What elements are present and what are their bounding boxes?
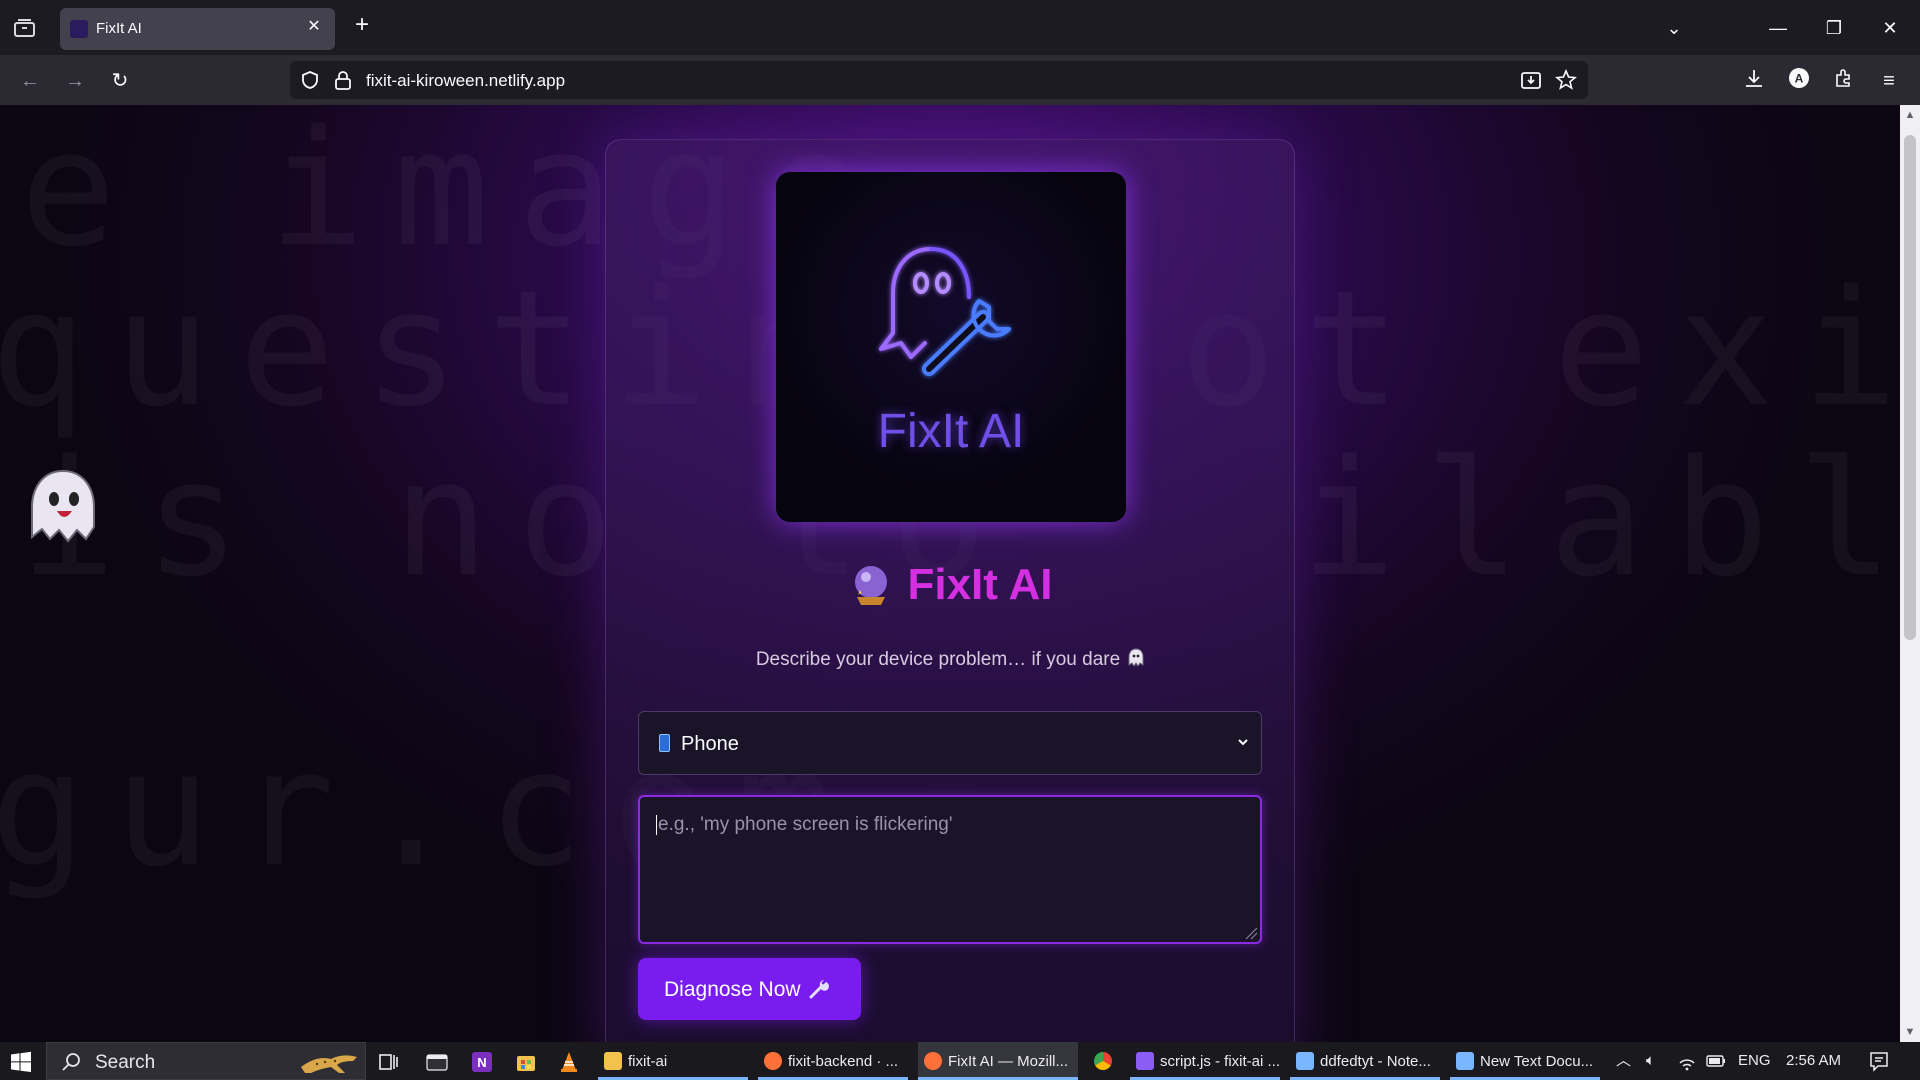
browser-nav-bar: ← → ↻ fixit-ai-kiroween.netlify.app A ≡ bbox=[0, 55, 1920, 105]
code-editor-icon bbox=[1136, 1052, 1154, 1070]
tagline: Describe your device problem… if you dar… bbox=[606, 648, 1296, 671]
problem-placeholder: e.g., 'my phone screen is flickering' bbox=[658, 814, 953, 835]
account-avatar-icon[interactable]: A bbox=[1785, 67, 1813, 95]
mobile-phone-icon bbox=[659, 734, 670, 752]
firefox-icon bbox=[924, 1052, 942, 1070]
search-icon bbox=[61, 1052, 81, 1072]
search-label: Search bbox=[95, 1052, 156, 1073]
taskbar-app-fixit-ai-folder[interactable]: fixit-ai bbox=[598, 1042, 748, 1080]
wifi-icon[interactable] bbox=[1678, 1042, 1696, 1080]
chevron-down-icon bbox=[1235, 734, 1251, 750]
taskbar-app-label: fixit-backend · ... bbox=[788, 1053, 899, 1070]
back-icon[interactable]: ← bbox=[16, 67, 44, 95]
taskbar-app-script-js[interactable]: script.js - fixit-ai ... bbox=[1130, 1042, 1280, 1080]
url-text[interactable]: fixit-ai-kiroween.netlify.app bbox=[366, 71, 565, 91]
windows-start-icon[interactable] bbox=[10, 1051, 32, 1073]
language-indicator[interactable]: ENG bbox=[1738, 1042, 1771, 1080]
task-view-icon[interactable] bbox=[378, 1051, 400, 1073]
taskbar-app-label: script.js - fixit-ai ... bbox=[1160, 1053, 1281, 1070]
diagnose-now-button[interactable]: Diagnose Now bbox=[638, 958, 861, 1020]
fixit-logo: FixIt AI bbox=[776, 172, 1126, 522]
device-type-select[interactable]: Phone bbox=[638, 711, 1262, 775]
chrome-icon bbox=[1094, 1052, 1112, 1070]
scroll-up-icon[interactable]: ▲ bbox=[1903, 108, 1917, 122]
device-type-value: Phone bbox=[681, 733, 739, 755]
logo-text: FixIt AI bbox=[877, 405, 1025, 458]
ghost-emoji-icon bbox=[1126, 648, 1146, 668]
close-tab-icon[interactable]: ✕ bbox=[303, 16, 325, 38]
tab-overflow-chevron-icon[interactable]: ⌄ bbox=[1656, 10, 1692, 46]
taskbar-app-label: FixIt AI — Mozill... bbox=[948, 1053, 1069, 1070]
page-viewport: e image questing ot exist is no lo ilabl… bbox=[0, 105, 1900, 1042]
taskbar-app-label: fixit-ai bbox=[628, 1053, 668, 1070]
windows-taskbar: Search N fixit-ai fixit-backend · ... Fi… bbox=[0, 1042, 1920, 1080]
onenote-app-icon[interactable]: N bbox=[471, 1051, 493, 1073]
background-broken-image-text: ilable. bbox=[1300, 425, 1900, 612]
notifications-icon[interactable] bbox=[1868, 1042, 1890, 1080]
taskbar-app-label: ddfedtyt - Note... bbox=[1320, 1053, 1431, 1070]
forward-icon[interactable]: → bbox=[61, 67, 89, 95]
search-highlight-cheetah-icon bbox=[297, 1047, 361, 1077]
diagnose-button-label: Diagnose Now bbox=[664, 978, 801, 1001]
browser-tab-bar: FixIt AI ✕ + ⌄ — ❐ ✕ bbox=[0, 0, 1920, 55]
terminal-app-icon[interactable] bbox=[426, 1051, 448, 1073]
bookmark-star-icon[interactable] bbox=[1555, 68, 1577, 91]
problem-description-input[interactable]: e.g., 'my phone screen is flickering' bbox=[638, 795, 1262, 944]
tagline-text: Describe your device problem… if you dar… bbox=[755, 649, 1121, 670]
taskbar-app-chrome[interactable] bbox=[1088, 1042, 1124, 1080]
text-caret bbox=[656, 815, 657, 835]
resize-grip-icon[interactable] bbox=[1244, 926, 1258, 940]
firefox-icon bbox=[764, 1052, 782, 1070]
diagnosis-card: FixIt AI FixIt AI Describe your device p… bbox=[605, 139, 1295, 1042]
ghost-favicon-icon bbox=[70, 20, 88, 38]
notepad-icon bbox=[1456, 1052, 1474, 1070]
install-app-icon[interactable] bbox=[1520, 69, 1542, 91]
restore-icon[interactable]: ❐ bbox=[1816, 10, 1852, 46]
close-window-icon[interactable]: ✕ bbox=[1872, 10, 1908, 46]
floating-ghost-icon bbox=[24, 467, 102, 551]
battery-icon[interactable] bbox=[1706, 1042, 1726, 1080]
vlc-app-icon[interactable] bbox=[558, 1051, 580, 1073]
page-title: FixIt AI bbox=[606, 560, 1296, 610]
taskbar-app-notepad-ddfedtyt[interactable]: ddfedtyt - Note... bbox=[1290, 1042, 1440, 1080]
svg-text:N: N bbox=[477, 1055, 486, 1070]
page-title-text: FixIt AI bbox=[907, 560, 1053, 609]
extensions-puzzle-icon[interactable] bbox=[1830, 67, 1858, 95]
crystal-ball-icon bbox=[849, 563, 893, 607]
taskbar-app-new-text-document[interactable]: New Text Docu... bbox=[1450, 1042, 1600, 1080]
list-all-tabs-icon[interactable] bbox=[12, 16, 38, 40]
tab-title: FixIt AI bbox=[96, 20, 142, 37]
address-bar[interactable]: fixit-ai-kiroween.netlify.app bbox=[290, 61, 1588, 99]
lock-icon[interactable] bbox=[334, 70, 352, 90]
taskbar-app-label: New Text Docu... bbox=[1480, 1053, 1594, 1070]
scroll-down-icon[interactable]: ▼ bbox=[1903, 1025, 1917, 1039]
tab-fixit-ai[interactable]: FixIt AI ✕ bbox=[60, 8, 335, 50]
minimize-icon[interactable]: — bbox=[1760, 10, 1796, 46]
app-menu-icon[interactable]: ≡ bbox=[1875, 67, 1903, 95]
taskbar-search-box[interactable]: Search bbox=[46, 1042, 366, 1080]
scrollbar-thumb[interactable] bbox=[1904, 135, 1916, 640]
shield-icon[interactable] bbox=[300, 70, 320, 90]
wrench-icon bbox=[808, 978, 830, 1000]
reload-icon[interactable]: ↻ bbox=[106, 67, 134, 95]
notepad-icon bbox=[1296, 1052, 1314, 1070]
show-hidden-icons-chevron-icon[interactable]: ︿ bbox=[1616, 1042, 1631, 1080]
microsoft-store-icon[interactable] bbox=[515, 1051, 537, 1073]
taskbar-app-fixit-backend[interactable]: fixit-backend · ... bbox=[758, 1042, 908, 1080]
folder-icon bbox=[604, 1052, 622, 1070]
downloads-icon[interactable] bbox=[1740, 67, 1768, 95]
new-tab-icon[interactable]: + bbox=[350, 13, 374, 38]
page-scrollbar[interactable]: ▲ ▼ bbox=[1900, 105, 1920, 1042]
taskbar-app-fixit-ai-firefox[interactable]: FixIt AI — Mozill... bbox=[918, 1042, 1078, 1080]
volume-icon[interactable]: 🔈︎ bbox=[1646, 1042, 1655, 1080]
svg-text:A: A bbox=[1795, 72, 1804, 86]
clock[interactable]: 2:56 AM bbox=[1786, 1042, 1841, 1080]
